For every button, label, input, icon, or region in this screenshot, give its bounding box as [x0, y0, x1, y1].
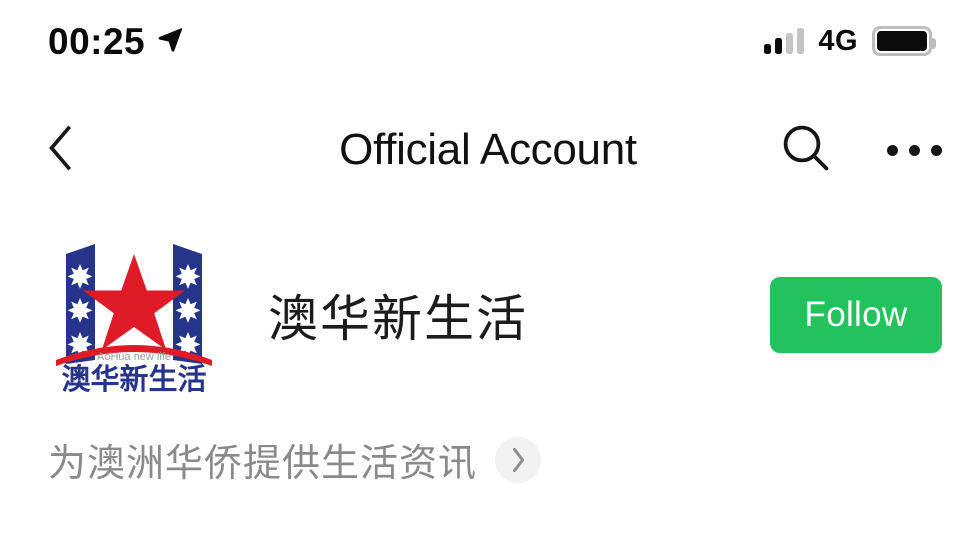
account-description: 为澳洲华侨提供生活资讯	[48, 443, 478, 485]
signal-bars-icon	[764, 28, 805, 54]
search-icon	[780, 122, 832, 179]
more-horizontal-icon	[886, 144, 942, 156]
network-type-label: 4G	[818, 24, 858, 57]
back-button[interactable]	[30, 120, 90, 180]
logo-center-star	[83, 254, 185, 350]
location-arrow-icon	[155, 24, 185, 59]
status-bar-left: 00:25	[48, 23, 185, 60]
avatar[interactable]: AoHua new life 澳华新生活	[48, 232, 220, 398]
nav-actions	[778, 122, 942, 178]
search-button[interactable]	[778, 122, 834, 178]
chevron-left-icon	[43, 124, 77, 177]
follow-button[interactable]: Follow	[770, 277, 942, 353]
account-description-row[interactable]: 为澳洲华侨提供生活资讯	[48, 432, 542, 487]
battery-full-icon	[872, 26, 936, 56]
account-name: 澳华新生活	[268, 291, 528, 347]
logo-right-stars	[175, 264, 201, 357]
status-bar: 00:25 4G	[0, 0, 976, 82]
account-header-row: AoHua new life 澳华新生活 澳华新生活 Follow	[0, 232, 976, 398]
status-time: 00:25	[48, 20, 146, 62]
status-bar-right: 4G	[764, 24, 936, 57]
more-options-button[interactable]	[886, 122, 942, 178]
chevron-right-icon[interactable]	[495, 436, 542, 483]
logo-left-stars	[67, 264, 93, 357]
navigation-bar: Official Account	[0, 104, 976, 196]
logo-chinese-wordmark: 澳华新生活	[61, 362, 206, 396]
